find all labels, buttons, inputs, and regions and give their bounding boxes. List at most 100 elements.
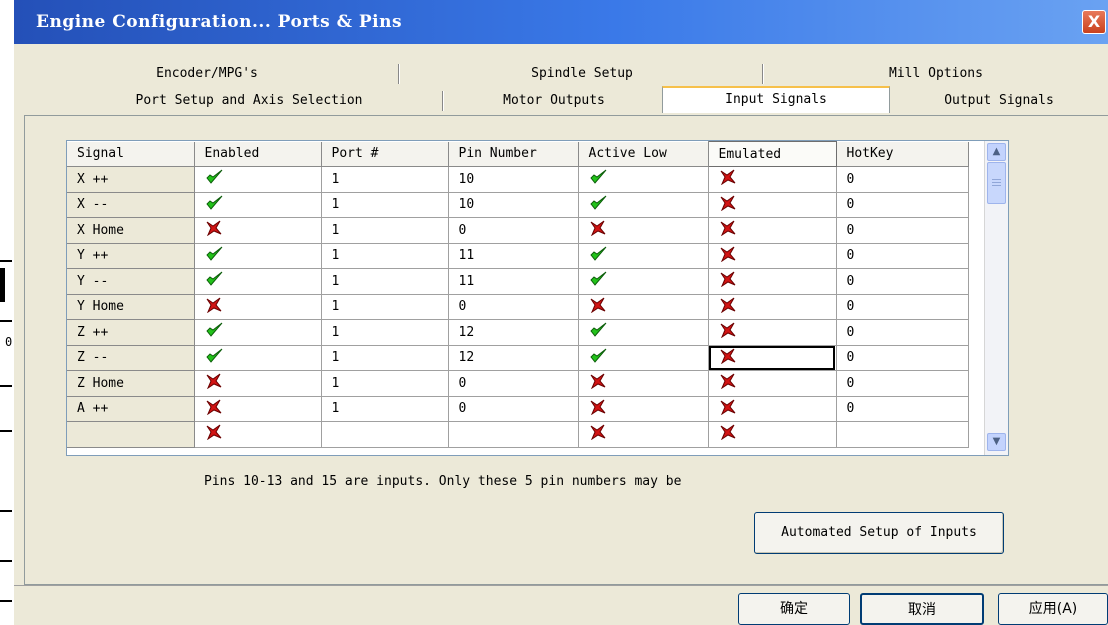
enabled-cell[interactable]	[194, 294, 322, 320]
active-low-cell[interactable]	[578, 345, 709, 371]
table-row[interactable]: X -- 1 10 0	[67, 192, 969, 218]
scroll-up-icon[interactable]: ▲	[987, 143, 1006, 161]
signal-cell[interactable]: Y ++	[67, 243, 195, 269]
table-row[interactable]: Z Home 1 0 0	[67, 370, 969, 397]
pin-number-cell[interactable]: 0	[448, 294, 579, 320]
close-button[interactable]: X	[1082, 10, 1106, 34]
emulated-cell[interactable]	[708, 294, 837, 320]
hotkey-cell[interactable]: 0	[836, 370, 969, 397]
active-low-cell[interactable]	[578, 166, 709, 193]
active-low-cell[interactable]	[578, 243, 709, 269]
active-low-cell[interactable]	[578, 421, 709, 448]
active-low-cell[interactable]	[578, 192, 709, 218]
emulated-cell[interactable]	[708, 192, 837, 218]
pin-number-cell[interactable]: 10	[448, 166, 579, 193]
table-row[interactable]: Y Home 1 0 0	[67, 294, 969, 320]
enabled-cell[interactable]	[194, 166, 322, 193]
signal-cell[interactable]: X ++	[67, 166, 195, 193]
tab-input-signals[interactable]: Input Signals	[662, 86, 890, 113]
tab-encoder-mpg[interactable]: Encoder/MPG's	[14, 62, 400, 87]
port-cell[interactable]: 1	[321, 294, 449, 320]
signal-cell[interactable]: X --	[67, 192, 195, 218]
scroll-thumb[interactable]	[987, 162, 1006, 204]
active-low-cell[interactable]	[578, 396, 709, 422]
emulated-cell[interactable]	[708, 421, 837, 448]
pin-number-cell[interactable]	[448, 421, 579, 448]
port-cell[interactable]: 1	[321, 319, 449, 346]
active-low-cell[interactable]	[578, 319, 709, 346]
enabled-cell[interactable]	[194, 217, 322, 244]
column-header[interactable]: Pin Number	[448, 141, 579, 167]
hotkey-cell[interactable]: 0	[836, 319, 969, 346]
hotkey-cell[interactable]: 0	[836, 345, 969, 371]
column-header[interactable]: Signal	[67, 141, 195, 167]
enabled-cell[interactable]	[194, 396, 322, 422]
scroll-down-icon[interactable]: ▼	[987, 433, 1006, 451]
table-row[interactable]: A ++ 1 0 0	[67, 396, 969, 422]
port-cell[interactable]: 1	[321, 192, 449, 218]
table-row[interactable]: Z -- 1 12 0	[67, 345, 969, 371]
signal-cell[interactable]: Y --	[67, 268, 195, 295]
title-bar[interactable]: Engine Configuration... Ports & Pins X	[14, 0, 1108, 44]
vertical-scrollbar[interactable]: ▲ ▼	[984, 141, 1008, 455]
table-row[interactable]: Y ++ 1 11 0	[67, 243, 969, 269]
enabled-cell[interactable]	[194, 421, 322, 448]
hotkey-cell[interactable]: 0	[836, 294, 969, 320]
automated-setup-button[interactable]: Automated Setup of Inputs	[754, 512, 1004, 554]
tab-spindle-setup[interactable]: Spindle Setup	[400, 62, 764, 87]
signal-cell[interactable]: Z Home	[67, 370, 195, 397]
column-header[interactable]: Enabled	[194, 141, 322, 167]
active-low-cell[interactable]	[578, 370, 709, 397]
signals-grid[interactable]: Signal Enabled Port # Pin Number Active Low E…	[66, 140, 1009, 456]
signal-cell[interactable]: Z ++	[67, 319, 195, 346]
hotkey-cell[interactable]: 0	[836, 243, 969, 269]
column-header[interactable]: Active Low	[578, 141, 709, 167]
hotkey-cell[interactable]: 0	[836, 268, 969, 295]
emulated-cell[interactable]	[708, 396, 837, 422]
signal-cell[interactable]: A ++	[67, 396, 195, 422]
hotkey-cell[interactable]	[836, 421, 969, 448]
port-cell[interactable]: 1	[321, 243, 449, 269]
enabled-cell[interactable]	[194, 370, 322, 397]
pin-number-cell[interactable]: 11	[448, 243, 579, 269]
column-header[interactable]: Port #	[321, 141, 449, 167]
active-low-cell[interactable]	[578, 294, 709, 320]
tab-motor-outputs[interactable]: Motor Outputs	[444, 89, 664, 114]
hotkey-cell[interactable]: 0	[836, 166, 969, 193]
hotkey-cell[interactable]: 0	[836, 217, 969, 244]
column-header[interactable]: Emulated	[707, 141, 837, 167]
active-low-cell[interactable]	[578, 217, 709, 244]
tab-port-setup[interactable]: Port Setup and Axis Selection	[54, 89, 444, 114]
apply-button[interactable]: 应用(A)	[998, 593, 1108, 625]
emulated-cell[interactable]	[708, 217, 837, 244]
port-cell[interactable]	[321, 421, 449, 448]
pin-number-cell[interactable]: 0	[448, 396, 579, 422]
table-row[interactable]: Y -- 1 11 0	[67, 268, 969, 295]
enabled-cell[interactable]	[194, 345, 322, 371]
cancel-button[interactable]: 取消	[860, 593, 984, 625]
enabled-cell[interactable]	[194, 243, 322, 269]
port-cell[interactable]: 1	[321, 217, 449, 244]
pin-number-cell[interactable]: 0	[448, 370, 579, 397]
emulated-cell[interactable]	[708, 166, 837, 193]
tab-mill-options[interactable]: Mill Options	[764, 62, 1108, 87]
port-cell[interactable]: 1	[321, 166, 449, 193]
signal-cell[interactable]: Y Home	[67, 294, 195, 320]
signal-cell[interactable]	[67, 421, 195, 448]
pin-number-cell[interactable]: 12	[448, 345, 579, 371]
emulated-cell[interactable]	[708, 243, 837, 269]
signal-cell[interactable]: X Home	[67, 217, 195, 244]
pin-number-cell[interactable]: 12	[448, 319, 579, 346]
enabled-cell[interactable]	[194, 192, 322, 218]
pin-number-cell[interactable]: 0	[448, 217, 579, 244]
table-row[interactable]: X Home 1 0 0	[67, 217, 969, 244]
table-row[interactable]: Z ++ 1 12 0	[67, 319, 969, 346]
enabled-cell[interactable]	[194, 319, 322, 346]
port-cell[interactable]: 1	[321, 396, 449, 422]
pin-number-cell[interactable]: 10	[448, 192, 579, 218]
enabled-cell[interactable]	[194, 268, 322, 295]
port-cell[interactable]: 1	[321, 370, 449, 397]
port-cell[interactable]: 1	[321, 345, 449, 371]
emulated-cell[interactable]	[708, 345, 837, 371]
pin-number-cell[interactable]: 11	[448, 268, 579, 295]
